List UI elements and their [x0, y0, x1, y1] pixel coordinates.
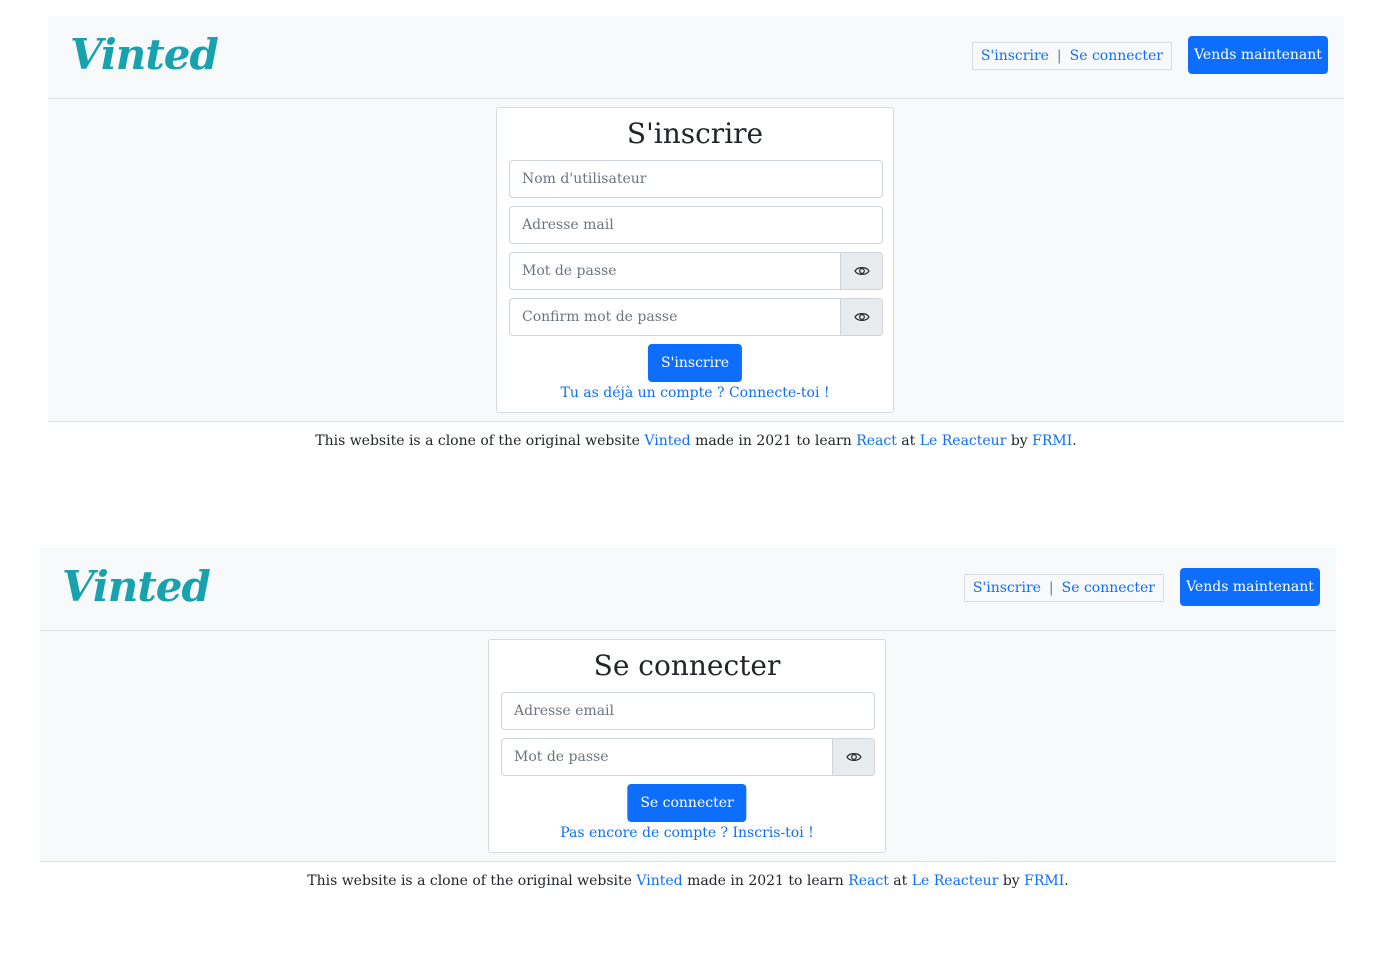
footer-text: This website is a clone of the original … — [315, 433, 645, 449]
footer-link-frmi[interactable]: FRMI — [1032, 433, 1072, 449]
eye-icon[interactable] — [840, 253, 882, 289]
footer-link-lereacteur[interactable]: Le Reacteur — [920, 433, 1007, 449]
footer-text: by — [998, 873, 1025, 889]
auth-links: S'inscrire | Se connecter — [963, 574, 1164, 602]
footer-text: at — [888, 873, 912, 889]
signup-submit-button[interactable]: S'inscrire — [647, 344, 743, 382]
email-field[interactable] — [509, 206, 883, 244]
password-field[interactable] — [509, 252, 883, 290]
signup-link[interactable]: S'inscrire — [973, 580, 1041, 596]
signup-card: S'inscrire S'inscrire Tu as déjà un — [496, 107, 894, 413]
page-title: S'inscrire — [626, 117, 764, 150]
footer-text: . — [1072, 433, 1077, 449]
sell-now-button[interactable]: Vends maintenant — [1188, 36, 1328, 74]
footer-text: . — [1064, 873, 1069, 889]
footer-link-lereacteur[interactable]: Le Reacteur — [912, 873, 999, 889]
footer-link-react[interactable]: React — [848, 873, 889, 889]
eye-icon[interactable] — [840, 299, 882, 335]
login-submit-button[interactable]: Se connecter — [627, 784, 747, 822]
signup-screen: Vinted S'inscrire | Se connecter Vends m… — [48, 16, 1344, 449]
vinted-logo[interactable]: Vinted — [62, 564, 211, 610]
login-link[interactable]: Se connecter — [1062, 580, 1155, 596]
auth-links: S'inscrire | Se connecter — [971, 42, 1172, 70]
password-input[interactable] — [510, 253, 840, 289]
login-link[interactable]: Se connecter — [1070, 48, 1163, 64]
password-field[interactable] — [501, 738, 875, 776]
login-card: Se connecter Se connecter Pas encore de … — [488, 639, 886, 853]
header: Vinted S'inscrire | Se connecter Vends m… — [48, 16, 1344, 99]
email-input[interactable] — [510, 207, 882, 243]
footer-link-vinted[interactable]: Vinted — [644, 433, 690, 449]
footer-text: by — [1006, 433, 1033, 449]
footer-text: made in 2021 to learn — [690, 433, 857, 449]
main-content: Se connecter Se connecter Pas encore de … — [40, 631, 1336, 862]
footer-link-frmi[interactable]: FRMI — [1024, 873, 1064, 889]
auth-separator: | — [1056, 48, 1062, 64]
auth-separator: | — [1048, 580, 1054, 596]
signup-link[interactable]: S'inscrire — [981, 48, 1049, 64]
footer: This website is a clone of the original … — [48, 422, 1344, 449]
footer: This website is a clone of the original … — [40, 862, 1336, 889]
footer-link-vinted[interactable]: Vinted — [636, 873, 682, 889]
confirm-password-input[interactable] — [510, 299, 840, 335]
header: Vinted S'inscrire | Se connecter Vends m… — [40, 548, 1336, 631]
signup-switch-link[interactable]: Pas encore de compte ? Inscris-toi ! — [489, 825, 885, 841]
footer-text: This website is a clone of the original … — [307, 873, 637, 889]
main-content: S'inscrire S'inscrire Tu as déjà un — [48, 99, 1344, 422]
footer-text: made in 2021 to learn — [682, 873, 849, 889]
confirm-password-field[interactable] — [509, 298, 883, 336]
email-field[interactable] — [501, 692, 875, 730]
footer-text: at — [896, 433, 920, 449]
login-screen: Vinted S'inscrire | Se connecter Vends m… — [40, 548, 1336, 889]
username-input[interactable] — [510, 161, 882, 197]
footer-link-react[interactable]: React — [856, 433, 897, 449]
password-input[interactable] — [502, 739, 832, 775]
email-input[interactable] — [502, 693, 874, 729]
vinted-logo[interactable]: Vinted — [70, 32, 219, 78]
eye-icon[interactable] — [832, 739, 874, 775]
page-title: Se connecter — [593, 649, 781, 682]
login-switch-link[interactable]: Tu as déjà un compte ? Connecte-toi ! — [497, 385, 893, 401]
username-field[interactable] — [509, 160, 883, 198]
sell-now-button[interactable]: Vends maintenant — [1180, 568, 1320, 606]
